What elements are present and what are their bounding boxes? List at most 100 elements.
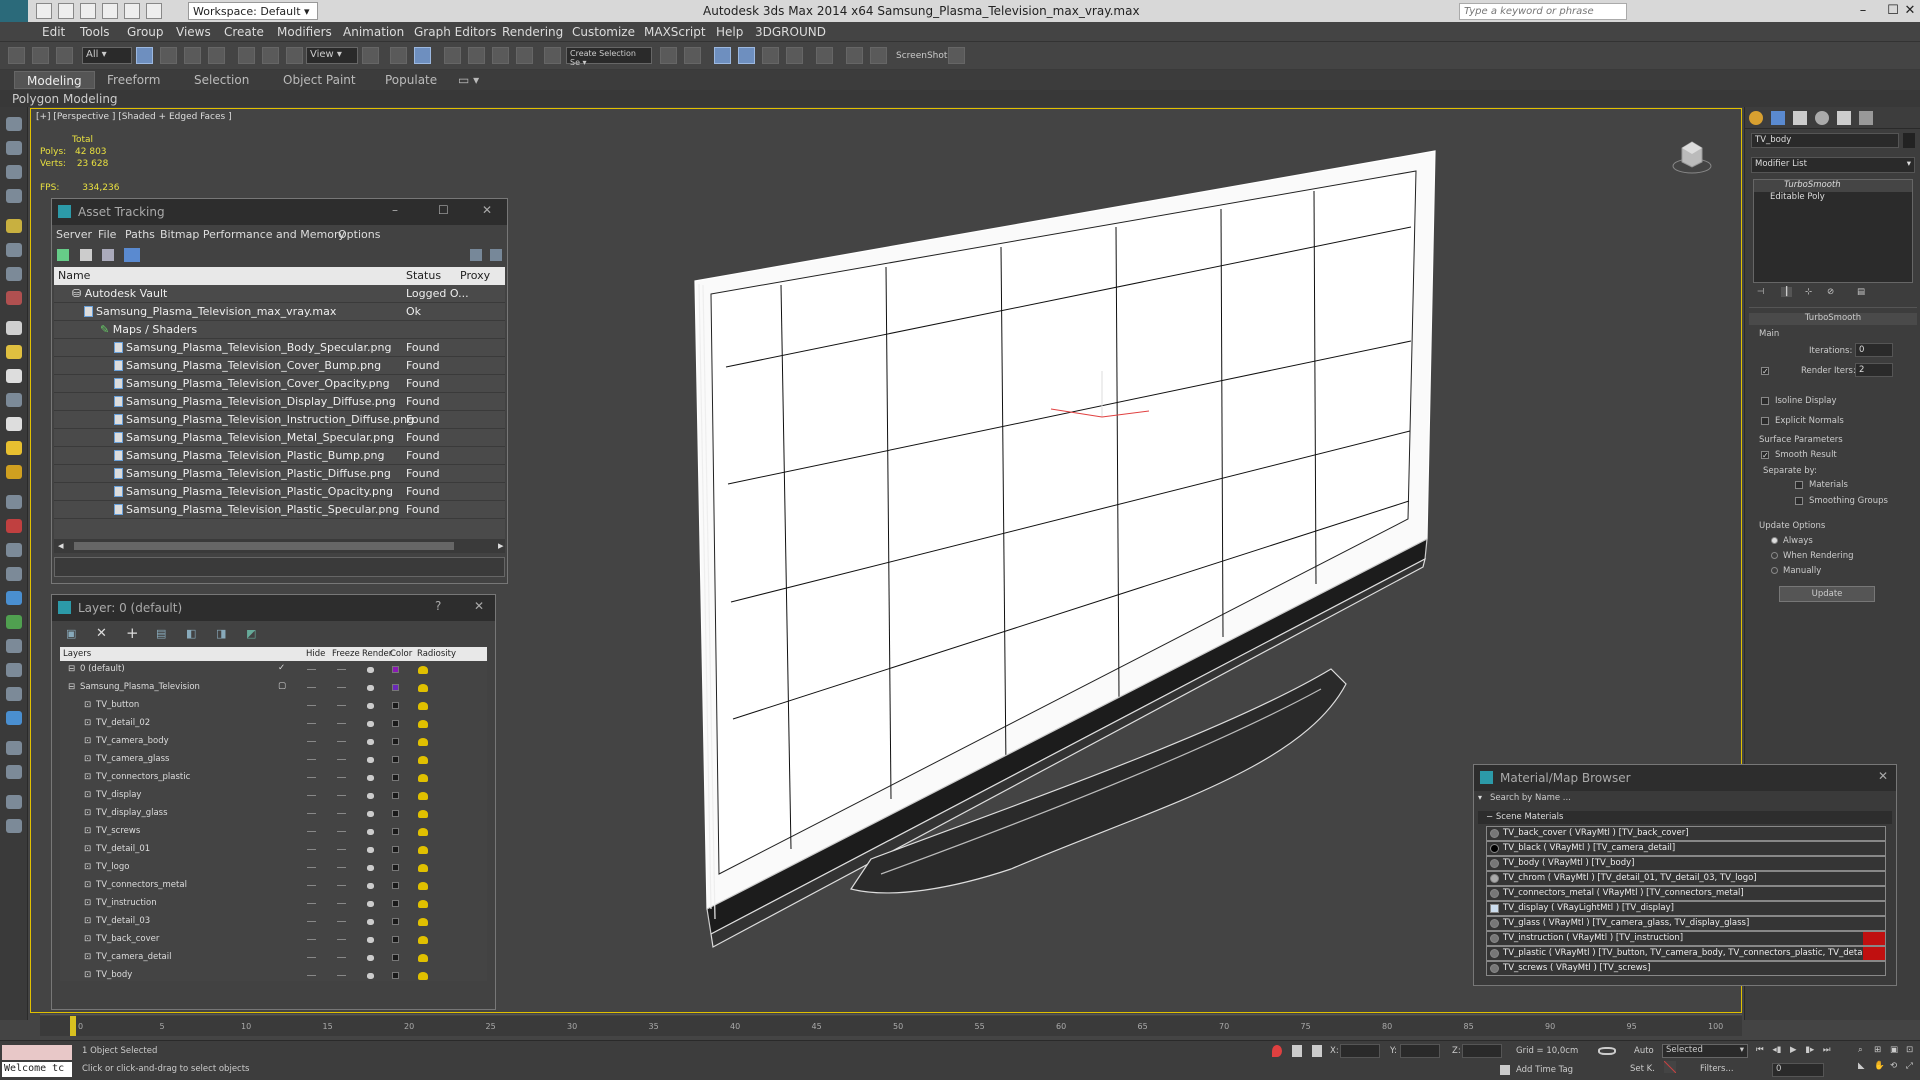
- hide-toggle[interactable]: [307, 957, 316, 958]
- menu-customize[interactable]: Customize: [572, 25, 635, 39]
- table-row[interactable]: Samsung_Plasma_Television_Plastic_Diffus…: [54, 465, 505, 483]
- layer-row[interactable]: ⊡ TV_back_cover: [60, 931, 487, 949]
- save-icon[interactable]: [80, 3, 96, 19]
- maximize-icon[interactable]: ☐: [438, 203, 449, 217]
- z-coordinate-field[interactable]: [1462, 1044, 1502, 1058]
- layer-expand-icon[interactable]: ⊡: [84, 952, 91, 962]
- menu-options[interactable]: Options: [338, 228, 380, 241]
- layer-expand-icon[interactable]: ⊡: [84, 790, 91, 800]
- layer-expand-icon[interactable]: ⊡: [84, 862, 91, 872]
- table-row[interactable]: ✎ Maps / Shaders: [54, 321, 505, 339]
- layer-expand-icon[interactable]: ⊡: [84, 808, 91, 818]
- layer-color-swatch[interactable]: [392, 864, 399, 871]
- material-row[interactable]: TV_chrom ( VRayMtl ) [TV_detail_01, TV_d…: [1486, 871, 1886, 886]
- scatter-icon[interactable]: [6, 711, 22, 725]
- when-rendering-radio[interactable]: [1771, 552, 1778, 559]
- smoothing-groups-checkbox[interactable]: [1795, 497, 1803, 505]
- delete-layer-icon[interactable]: ✕: [96, 626, 107, 641]
- open-file-icon[interactable]: [58, 3, 74, 19]
- layer-color-swatch[interactable]: [392, 918, 399, 925]
- layer-row[interactable]: ⊟ 0 (default) ✓: [60, 661, 487, 679]
- hide-toggle[interactable]: [307, 687, 316, 688]
- table-row[interactable]: Samsung_Plasma_Television_Plastic_Bump.p…: [54, 447, 505, 465]
- hierarchy-tab-icon[interactable]: [1793, 111, 1807, 125]
- renderable-toggle-icon[interactable]: [367, 775, 374, 781]
- refresh-icon[interactable]: [57, 249, 69, 261]
- welcome-field[interactable]: Welcome tc: [2, 1062, 72, 1077]
- create-tab-icon[interactable]: [1749, 111, 1763, 125]
- menu-create[interactable]: Create: [224, 25, 264, 39]
- camera-icon[interactable]: [6, 243, 22, 257]
- freeze-toggle[interactable]: [337, 759, 346, 760]
- spacewarp-icon[interactable]: [6, 291, 22, 305]
- renderable-toggle-icon[interactable]: [367, 685, 374, 691]
- foliage-icon[interactable]: [6, 615, 22, 629]
- render-iters-spinner[interactable]: 2: [1855, 363, 1893, 377]
- column-name[interactable]: Name: [58, 269, 90, 282]
- layer-expand-icon[interactable]: ⊡: [84, 772, 91, 782]
- unlink-icon[interactable]: [32, 47, 49, 64]
- torus-icon[interactable]: [6, 393, 22, 407]
- modify-tab-icon[interactable]: [1771, 111, 1785, 125]
- layer-color-swatch[interactable]: [392, 972, 399, 979]
- menu-graph-editors[interactable]: Graph Editors: [414, 25, 496, 39]
- table-row[interactable]: Samsung_Plasma_Television_Metal_Specular…: [54, 429, 505, 447]
- redo-icon[interactable]: [124, 3, 140, 19]
- close-button[interactable]: ✕: [1900, 2, 1920, 20]
- layer-expand-icon[interactable]: ⊡: [84, 754, 91, 764]
- tab-populate[interactable]: Populate: [385, 73, 437, 87]
- workspace-dropdown[interactable]: Workspace: Default ▾: [188, 2, 318, 20]
- reference-coordinate-dropdown[interactable]: View ▾: [306, 47, 358, 64]
- renderable-toggle-icon[interactable]: [367, 721, 374, 727]
- tab-object-paint[interactable]: Object Paint: [283, 73, 356, 87]
- hide-toggle[interactable]: [307, 777, 316, 778]
- motion-tab-icon[interactable]: [1815, 111, 1829, 125]
- layer-color-swatch[interactable]: [392, 702, 399, 709]
- radiosity-bulb-icon[interactable]: [418, 684, 428, 692]
- hide-toggle[interactable]: [307, 669, 316, 670]
- help-button[interactable]: ?: [435, 599, 441, 613]
- column-hide[interactable]: Hide: [306, 649, 325, 659]
- menu-animation[interactable]: Animation: [343, 25, 404, 39]
- radiosity-bulb-icon[interactable]: [418, 792, 428, 800]
- freeze-toggle[interactable]: [337, 705, 346, 706]
- iterations-spinner[interactable]: 0: [1855, 343, 1893, 357]
- zoom-icon[interactable]: ⌕: [1858, 1045, 1863, 1055]
- search-options-icon[interactable]: ▾: [1478, 793, 1482, 802]
- radiosity-bulb-icon[interactable]: [418, 882, 428, 890]
- radiosity-bulb-icon[interactable]: [418, 900, 428, 908]
- tab-modeling[interactable]: Modeling: [14, 71, 95, 89]
- turbosmooth-rollout-header[interactable]: TurboSmooth: [1749, 313, 1917, 325]
- utilities-tab-icon[interactable]: [1859, 111, 1873, 125]
- views-icon[interactable]: [6, 117, 22, 131]
- help-icon[interactable]: [6, 819, 22, 833]
- curve-editor-icon[interactable]: [786, 47, 803, 64]
- freeze-toggle[interactable]: [337, 777, 346, 778]
- mirror-icon[interactable]: [660, 47, 677, 64]
- renderable-toggle-icon[interactable]: [367, 847, 374, 853]
- configure-sets-icon[interactable]: ▤: [1857, 287, 1865, 297]
- hide-toggle[interactable]: [307, 867, 316, 868]
- renderable-toggle-icon[interactable]: [367, 937, 374, 943]
- select-manipulate-icon[interactable]: [390, 47, 407, 64]
- app-logo[interactable]: [0, 0, 28, 22]
- pflow-icon[interactable]: [6, 519, 22, 533]
- layer-color-swatch[interactable]: [392, 900, 399, 907]
- layer-expand-icon[interactable]: ⊡: [84, 898, 91, 908]
- menu-views[interactable]: Views: [176, 25, 211, 39]
- set-key-icon[interactable]: [1664, 1061, 1676, 1073]
- grid-helper-icon[interactable]: [6, 765, 22, 779]
- hide-toggle[interactable]: [307, 831, 316, 832]
- freeze-toggle[interactable]: [337, 795, 346, 796]
- add-time-tag-button[interactable]: Add Time Tag: [1516, 1065, 1573, 1075]
- compound-icon[interactable]: [6, 189, 22, 203]
- asset-tracking-titlebar[interactable]: Asset Tracking – ☐ ✕: [52, 199, 507, 225]
- list-view-icon[interactable]: [80, 249, 92, 261]
- menu-edit[interactable]: Edit: [42, 25, 65, 39]
- particles-icon[interactable]: [6, 495, 22, 509]
- angle-snap-icon[interactable]: [468, 47, 485, 64]
- renderable-toggle-icon[interactable]: [367, 667, 374, 673]
- menu-3dground[interactable]: 3DGROUND: [755, 25, 826, 39]
- layer-expand-icon[interactable]: ⊟: [68, 682, 75, 692]
- previous-frame-icon[interactable]: ◂▮: [1772, 1045, 1781, 1055]
